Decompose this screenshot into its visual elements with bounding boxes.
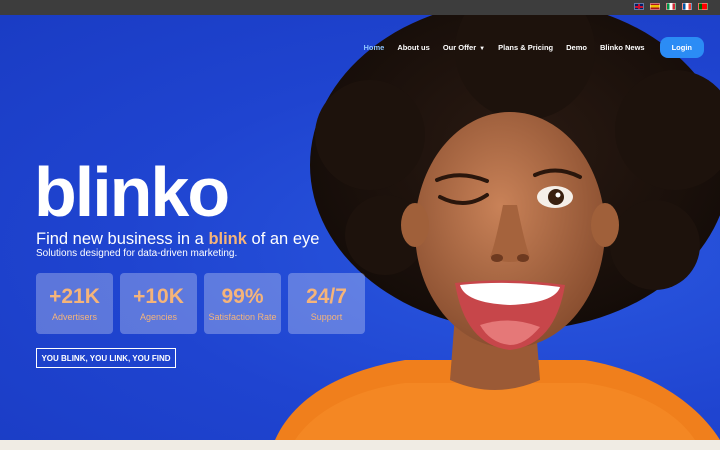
stat-label: Satisfaction Rate [208, 312, 277, 323]
headline-text-start: Find new business in a [36, 230, 209, 248]
cta-button[interactable]: YOU BLINK, YOU LINK, YOU FIND [36, 348, 176, 368]
nav-our-offer[interactable]: Our Offer ▼ [443, 43, 485, 52]
chevron-down-icon: ▼ [479, 46, 486, 52]
stat-value: +10K [133, 284, 184, 308]
hero-section: Home About us Our Offer ▼ Plans & Pricing… [0, 15, 720, 440]
stat-value: +21K [49, 284, 100, 308]
spanish-flag-icon[interactable] [650, 3, 660, 10]
hero-subline: Solutions designed for data-driven marke… [36, 248, 238, 259]
hero-woman-image [275, 15, 720, 440]
italian-flag-icon[interactable] [666, 3, 676, 10]
hero-headline: Find new business in a blink of an eye [36, 230, 319, 249]
nav-our-offer-label: Our Offer [442, 43, 477, 52]
stat-label: Agencies [139, 312, 178, 323]
next-section-edge [0, 440, 720, 450]
nav-plans-pricing[interactable]: Plans & Pricing [498, 43, 553, 52]
stat-label: Advertisers [51, 312, 97, 323]
login-button[interactable]: Login [659, 37, 704, 58]
stat-value: 99% [221, 284, 264, 308]
nav-demo[interactable]: Demo [566, 43, 587, 52]
headline-text-end: of an eye [246, 230, 320, 248]
english-flag-icon[interactable] [634, 3, 644, 10]
stat-card-support: 24/7 Support [288, 273, 365, 334]
headline-highlight: blink [208, 230, 247, 248]
stat-card-advertisers: +21K Advertisers [36, 273, 113, 334]
french-flag-icon[interactable] [682, 3, 692, 10]
top-bar [0, 0, 720, 15]
stats-row: +21K Advertisers +10K Agencies 99% Satis… [36, 273, 365, 334]
brand-logo: blinko [34, 153, 230, 231]
nav-blinko-news[interactable]: Blinko News [600, 43, 645, 52]
nav-home[interactable]: Home [363, 43, 384, 52]
stat-label: Support [310, 312, 343, 323]
stat-card-satisfaction: 99% Satisfaction Rate [204, 273, 281, 334]
nav-about-us[interactable]: About us [397, 43, 430, 52]
main-navigation: Home About us Our Offer ▼ Plans & Pricing… [363, 30, 704, 65]
stat-card-agencies: +10K Agencies [120, 273, 197, 334]
portuguese-flag-icon[interactable] [698, 3, 708, 10]
stat-value: 24/7 [306, 284, 347, 308]
language-switcher [634, 3, 708, 10]
